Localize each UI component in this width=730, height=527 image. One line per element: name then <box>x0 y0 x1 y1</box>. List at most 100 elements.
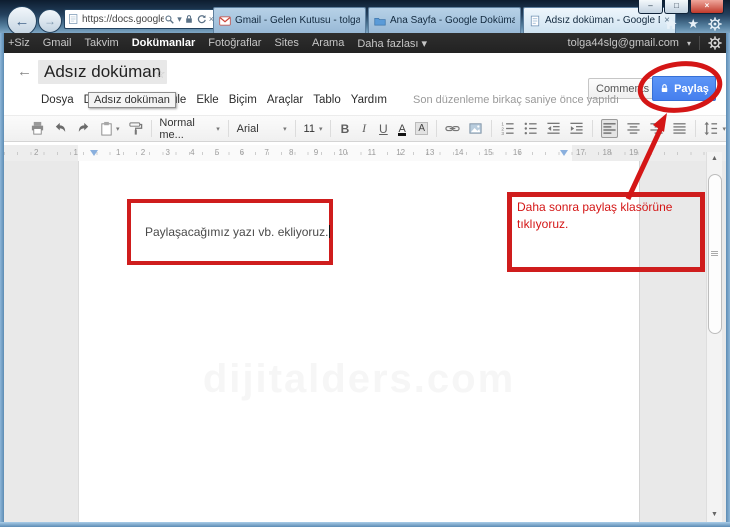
redo-icon[interactable] <box>76 120 91 137</box>
styles-dropdown[interactable]: Normal me... ▾ <box>159 117 219 141</box>
annotation-note-box: Daha sonra paylaş klasörüne tıklıyoruz. <box>507 192 705 272</box>
bullet-list-icon[interactable] <box>523 120 538 137</box>
paint-format-icon[interactable] <box>128 120 143 137</box>
google-bar-item[interactable]: Gmail <box>43 37 72 50</box>
forward-button[interactable]: → <box>38 9 62 33</box>
tab-title[interactable]: Gmail - Gelen Kutusu - tolga44... <box>235 15 360 26</box>
ruler-number: 15 <box>483 148 493 157</box>
minimize-button[interactable]: – <box>638 0 663 14</box>
align-right-button[interactable] <box>649 120 664 137</box>
page-icon <box>69 14 78 24</box>
options-gear-icon[interactable] <box>708 36 722 50</box>
ruler-number: 1 <box>116 148 121 157</box>
font-size-dropdown[interactable]: 11 ▾ <box>304 123 323 135</box>
caret-down-icon: ▾ <box>283 125 287 133</box>
lock-icon <box>661 84 668 92</box>
account-email[interactable]: tolga44slg@gmail.com <box>568 37 679 49</box>
undo-icon[interactable] <box>53 120 68 137</box>
numbered-list-icon[interactable]: 123 <box>500 120 515 137</box>
underline-button[interactable]: U <box>378 122 389 136</box>
document-area: dijitalders.com Paylaşacağımız yazı vb. … <box>4 152 726 522</box>
font-dropdown[interactable]: Arial ▾ <box>237 123 287 135</box>
ruler-number: 18 <box>602 148 612 157</box>
back-to-docs-icon[interactable]: ← <box>17 63 32 80</box>
refresh-icon[interactable] <box>196 14 207 25</box>
divider <box>591 120 593 137</box>
menu-item[interactable]: Ekle <box>196 94 218 106</box>
search-icon[interactable] <box>164 14 175 25</box>
maximize-button[interactable]: □ <box>664 0 689 14</box>
left-indent-marker[interactable] <box>90 150 98 156</box>
increase-indent-icon[interactable] <box>569 120 584 137</box>
google-bar-item[interactable]: Arama <box>312 37 344 50</box>
home-icon[interactable] <box>664 17 678 31</box>
ruler-number: 12 <box>396 148 406 157</box>
google-bar-item[interactable]: Daha fazlası ▾ <box>357 37 427 50</box>
insert-link-icon[interactable] <box>445 120 460 137</box>
document-text-content: Paylaşacağımız yazı vb. ekliyoruz. <box>145 225 329 239</box>
paste-format-icon[interactable] <box>99 120 114 137</box>
last-edit-status: Son düzenleme birkaç saniye önce yapıldı <box>412 94 620 106</box>
italic-button[interactable]: I <box>359 121 370 136</box>
menu-item[interactable]: Tablo <box>313 94 341 106</box>
divider <box>699 36 700 50</box>
tab-title[interactable]: Adsız doküman - Google D... <box>545 15 660 26</box>
star-document-icon[interactable]: ☆ <box>154 66 166 82</box>
ruler-number: 1 <box>73 148 78 157</box>
insert-image-icon[interactable] <box>468 120 483 137</box>
share-button[interactable]: Paylaş <box>652 76 716 101</box>
settings-gear-icon[interactable] <box>708 17 722 31</box>
svg-text:3: 3 <box>501 131 504 136</box>
document-title[interactable]: Adsız doküman <box>38 60 168 84</box>
window-border-right <box>726 33 730 527</box>
title-tooltip: Adsız doküman <box>88 92 176 108</box>
google-bar-item[interactable]: Sites <box>274 37 298 50</box>
line-spacing-icon[interactable] <box>703 120 718 137</box>
favorites-star-icon[interactable]: ★ <box>687 16 699 32</box>
bold-button[interactable]: B <box>339 122 350 136</box>
scrollbar-grip <box>711 251 718 256</box>
google-bar-item[interactable]: Dokümanlar <box>132 37 196 50</box>
search-caret-icon[interactable]: ▾ <box>177 14 182 25</box>
url-text[interactable]: https://docs.google.com/do <box>82 14 164 25</box>
address-bar[interactable]: https://docs.google.com/do ▾ × <box>64 9 217 29</box>
justify-button[interactable] <box>672 120 687 137</box>
menu-item[interactable]: Dosya <box>41 94 74 106</box>
scroll-up-icon[interactable]: ▲ <box>707 152 722 166</box>
tab-gmail[interactable]: Gmail - Gelen Kutusu - tolga44... <box>213 7 366 33</box>
menu-item[interactable]: Yardım <box>351 94 387 106</box>
google-bar-item[interactable]: +Siz <box>8 37 30 50</box>
close-button[interactable]: × <box>690 0 724 14</box>
text-color-button[interactable]: A <box>397 123 407 136</box>
back-button[interactable]: ← <box>7 6 37 36</box>
ruler-number: 9 <box>313 148 319 157</box>
ruler-number: 10 <box>338 148 348 157</box>
right-indent-marker[interactable] <box>560 150 568 156</box>
divider <box>694 120 696 137</box>
vertical-scrollbar[interactable]: ▲ ▼ <box>706 152 722 522</box>
scroll-down-icon[interactable]: ▼ <box>707 508 722 522</box>
highlight-color-button[interactable]: A <box>415 122 429 135</box>
ruler-number: 8 <box>289 148 294 157</box>
account-caret-icon[interactable]: ▾ <box>687 39 691 48</box>
align-center-button[interactable] <box>626 120 641 137</box>
document-text[interactable]: Paylaşacağımız yazı vb. ekliyoruz. <box>145 225 331 239</box>
annotation-box-text: Paylaşacağımız yazı vb. ekliyoruz. <box>127 199 333 265</box>
scrollbar-thumb[interactable] <box>708 174 722 334</box>
menu-item[interactable]: Biçim <box>229 94 257 106</box>
ruler[interactable]: 21 1 2 3 4 5 6 7 8 9 10 11 12 13 14 15 16 17 18 19 <box>4 145 726 161</box>
menu-item[interactable]: Araçlar <box>267 94 303 106</box>
address-bar-icons: ▾ × <box>164 14 214 25</box>
tab-docs-home[interactable]: Ana Sayfa - Google Dokümanl... <box>368 7 521 33</box>
divider <box>330 120 332 137</box>
ruler-number: 2 <box>140 148 146 157</box>
google-bar-item[interactable]: Fotoğraflar <box>208 37 261 50</box>
align-left-button[interactable] <box>600 119 618 138</box>
decrease-indent-icon[interactable] <box>546 120 561 137</box>
tab-title[interactable]: Ana Sayfa - Google Dokümanl... <box>390 15 515 26</box>
google-bar-item[interactable]: Takvim <box>84 37 118 50</box>
caret-down-icon[interactable]: ▾ <box>116 125 120 133</box>
print-icon[interactable] <box>30 120 45 137</box>
ruler-number: 4 <box>190 148 195 157</box>
ruler-number: 11 <box>367 148 376 157</box>
